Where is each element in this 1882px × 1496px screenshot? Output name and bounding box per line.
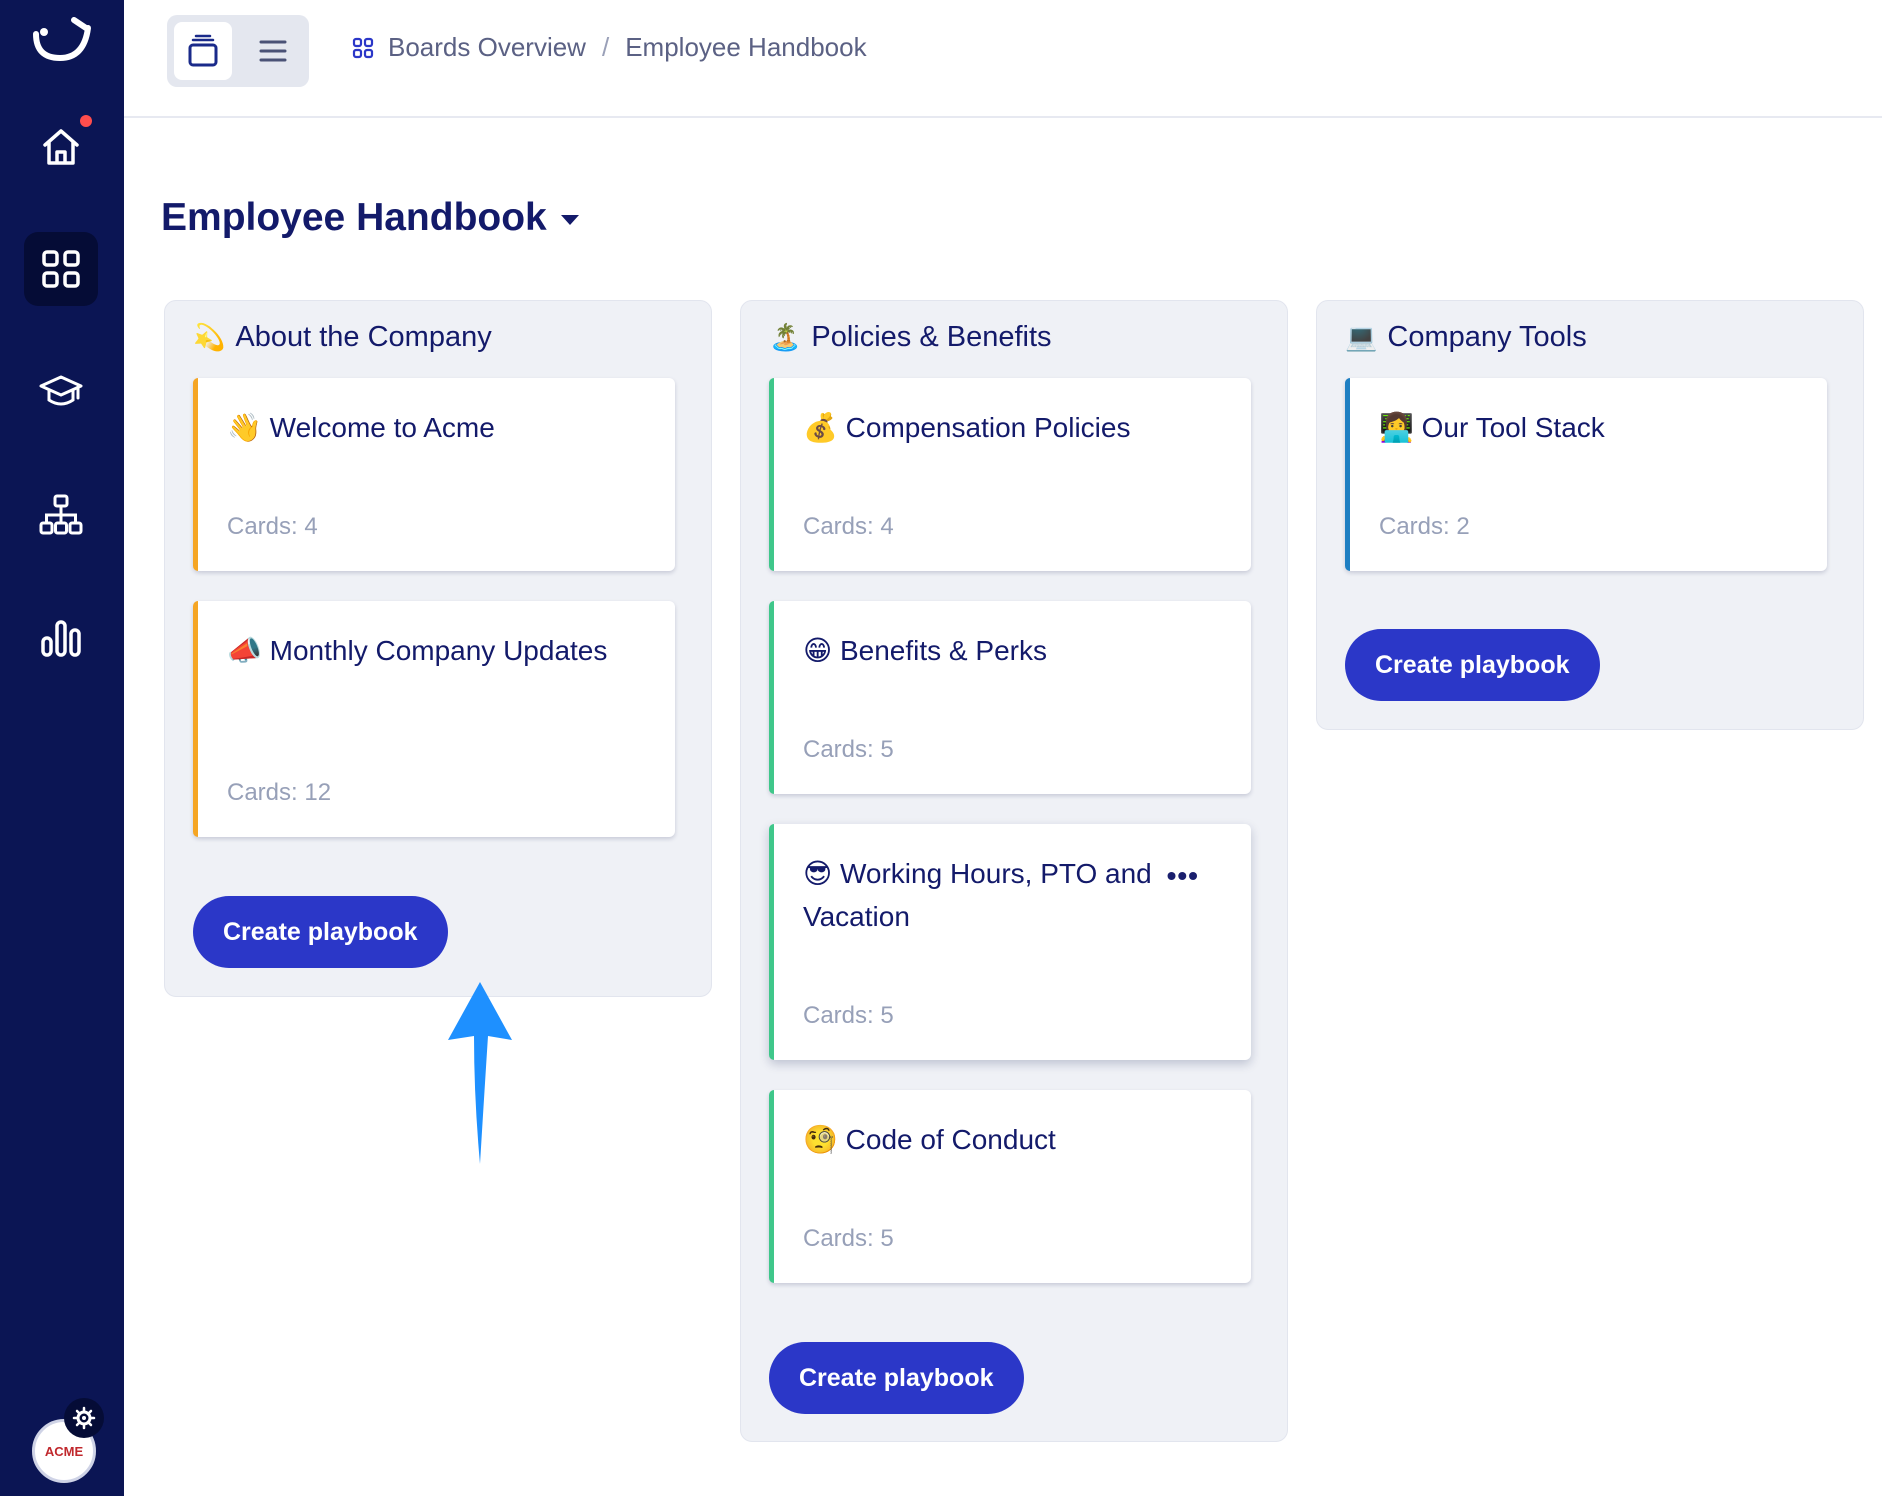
- create-playbook-button[interactable]: Create playbook: [193, 896, 448, 968]
- card-count: Cards: 5: [803, 736, 894, 763]
- breadcrumb-current: Employee Handbook: [625, 32, 867, 62]
- graduation-cap-icon: [39, 375, 83, 406]
- bar-chart-icon: [41, 620, 81, 657]
- sidebar-item-boards[interactable]: [24, 232, 98, 306]
- card-stripe: [769, 824, 774, 1060]
- sidebar: ACME: [0, 0, 124, 1496]
- app-logo-icon[interactable]: [30, 14, 96, 70]
- megaphone-icon: 📣: [227, 635, 262, 666]
- boards-grid-icon: [352, 37, 374, 58]
- page-title: Employee Handbook: [161, 196, 547, 239]
- playbook-card-code-of-conduct[interactable]: 🧐 Code of Conduct Cards: 5: [769, 1090, 1251, 1283]
- top-bar: Boards Overview / Employee Handbook: [124, 0, 1882, 118]
- playbook-card-benefits[interactable]: 😁 Benefits & Perks Cards: 5: [769, 601, 1251, 794]
- card-count: Cards: 5: [803, 1002, 894, 1029]
- card-stripe: [769, 601, 774, 794]
- column-title-label: Company Tools: [1387, 321, 1587, 353]
- grinning-face-icon: 😁: [803, 635, 833, 666]
- main-content: Boards Overview / Employee Handbook Empl…: [124, 0, 1882, 1496]
- column-title: 💻 Company Tools: [1345, 321, 1587, 354]
- technologist-icon: 👩‍💻: [1379, 412, 1414, 443]
- caret-down-icon: [560, 215, 579, 225]
- gear-icon: [72, 1406, 96, 1430]
- card-count: Cards: 2: [1379, 513, 1470, 540]
- card-count: Cards: 12: [227, 779, 332, 806]
- menu-lines-icon: [259, 40, 287, 62]
- column-title-label: Policies & Benefits: [811, 321, 1052, 353]
- card-title: 🧐 Code of Conduct: [803, 1118, 1191, 1161]
- card-title: 👋 Welcome to Acme: [227, 406, 615, 449]
- card-count: Cards: 5: [803, 1225, 894, 1252]
- column-policies-benefits: 🏝️ Policies & Benefits 💰 Compensation Po…: [740, 300, 1288, 1442]
- card-stripe: [1345, 378, 1350, 571]
- card-stripe: [769, 378, 774, 571]
- card-title: 📣 Monthly Company Updates: [227, 629, 615, 672]
- card-stripe: [193, 601, 198, 837]
- notification-dot: [80, 115, 92, 127]
- board-view-button[interactable]: [174, 22, 232, 80]
- card-title: 👩‍💻 Our Tool Stack: [1379, 406, 1767, 449]
- card-title: 💰 Compensation Policies: [803, 406, 1191, 449]
- column-title-label: About the Company: [235, 321, 492, 353]
- card-title-label: Monthly Company Updates: [269, 635, 608, 666]
- list-view-button[interactable]: [244, 22, 302, 80]
- org-chart-icon: [39, 494, 83, 535]
- playbook-card-welcome[interactable]: 👋 Welcome to Acme Cards: 4: [193, 378, 675, 571]
- card-count: Cards: 4: [803, 513, 894, 540]
- card-title-label: Working Hours, PTO and Vacation: [803, 858, 1152, 932]
- avatar-label: ACME: [44, 1443, 84, 1459]
- create-playbook-button[interactable]: Create playbook: [1345, 629, 1600, 701]
- breadcrumb: Boards Overview / Employee Handbook: [352, 32, 867, 63]
- card-stripe: [193, 378, 198, 571]
- playbook-card-monthly-updates[interactable]: 📣 Monthly Company Updates Cards: 12: [193, 601, 675, 837]
- sidebar-item-org-chart[interactable]: [24, 478, 98, 552]
- stacked-cards-icon: [188, 34, 218, 67]
- breadcrumb-separator: /: [601, 32, 610, 62]
- view-toggle: [167, 15, 309, 87]
- sunglasses-face-icon: 😎: [803, 858, 833, 889]
- card-title: 😎 Working Hours, PTO and Vacation: [803, 852, 1191, 938]
- create-playbook-button[interactable]: Create playbook: [769, 1342, 1024, 1414]
- card-count: Cards: 4: [227, 513, 318, 540]
- waving-hand-icon: 👋: [227, 412, 262, 443]
- card-stripe: [769, 1090, 774, 1283]
- page-title-dropdown[interactable]: Employee Handbook: [161, 196, 579, 240]
- money-bag-icon: 💰: [803, 412, 838, 443]
- column-company-tools: 💻 Company Tools 👩‍💻 Our Tool Stack Cards…: [1316, 300, 1864, 730]
- monocle-face-icon: 🧐: [803, 1124, 838, 1155]
- card-title-label: Compensation Policies: [845, 412, 1131, 443]
- sparkle-icon: 💫: [193, 322, 226, 352]
- card-title-label: Benefits & Perks: [839, 635, 1047, 666]
- island-icon: 🏝️: [769, 322, 802, 352]
- playbook-card-working-hours[interactable]: 😎 Working Hours, PTO and Vacation ••• Ca…: [769, 824, 1251, 1060]
- breadcrumb-root-link[interactable]: Boards Overview: [388, 32, 586, 63]
- playbook-card-tool-stack[interactable]: 👩‍💻 Our Tool Stack Cards: 2: [1345, 378, 1827, 571]
- playbook-card-compensation[interactable]: 💰 Compensation Policies Cards: 4: [769, 378, 1251, 571]
- home-icon: [43, 129, 79, 165]
- sidebar-item-learning[interactable]: [24, 354, 98, 428]
- sidebar-item-analytics[interactable]: [24, 600, 98, 674]
- column-title: 💫 About the Company: [193, 321, 492, 354]
- laptop-icon: 💻: [1345, 322, 1378, 352]
- card-title-label: Our Tool Stack: [1421, 412, 1605, 443]
- card-title-label: Welcome to Acme: [269, 412, 495, 443]
- settings-button[interactable]: [64, 1398, 104, 1438]
- column-about-the-company: 💫 About the Company 👋 Welcome to Acme Ca…: [164, 300, 712, 997]
- boards-grid-icon: [42, 250, 80, 288]
- card-title: 😁 Benefits & Perks: [803, 629, 1191, 672]
- annotation-arrow-icon: [448, 982, 512, 1164]
- more-options-icon[interactable]: •••: [1167, 860, 1199, 892]
- card-title-label: Code of Conduct: [845, 1124, 1056, 1155]
- column-title: 🏝️ Policies & Benefits: [769, 321, 1052, 354]
